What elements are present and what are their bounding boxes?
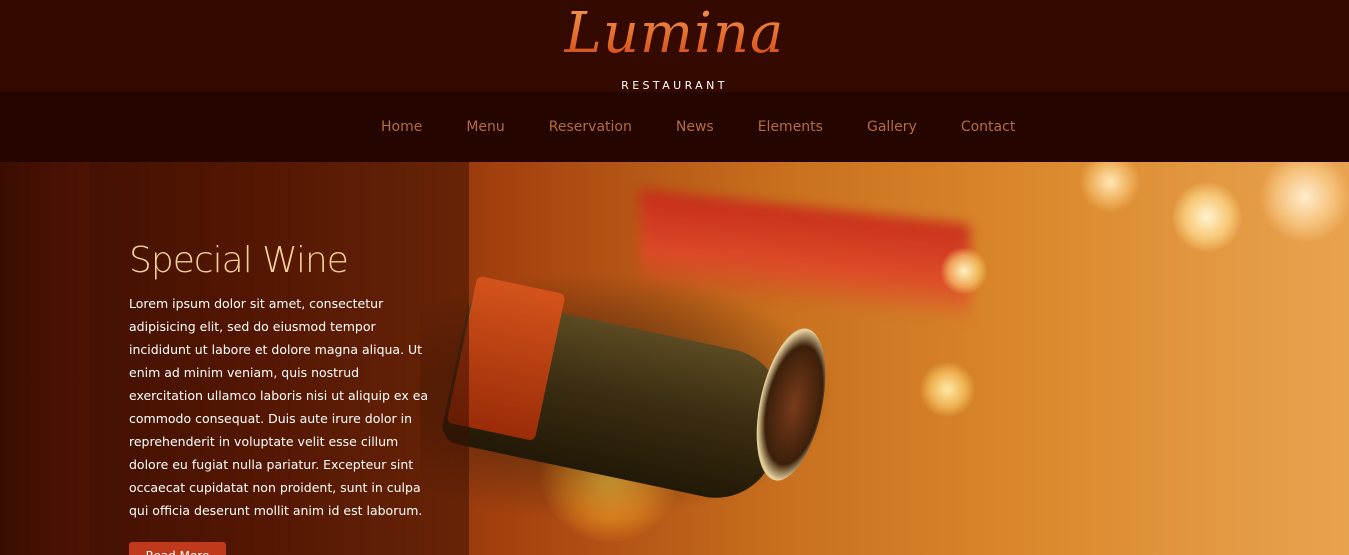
nav-item-contact[interactable]: Contact [939,119,1037,135]
bokeh-light [940,247,988,295]
bokeh-light [920,362,975,417]
bokeh-light [1260,162,1349,242]
nav-item-gallery[interactable]: Gallery [845,119,939,135]
nav-item-news[interactable]: News [654,119,736,135]
site-header: Lumina RESTAURANT [0,0,1349,92]
nav-list: Home Menu Reservation News Elements Gall… [359,92,1037,162]
logo[interactable]: Lumina RESTAURANT [0,0,1349,92]
nav-item-menu[interactable]: Menu [444,119,526,135]
nav-item-reservation[interactable]: Reservation [527,119,654,135]
hero-caption-panel: Special Wine Lorem ipsum dolor sit amet,… [89,162,469,555]
hero-title: Special Wine [129,240,349,281]
page: Lumina RESTAURANT Home Menu Reservation … [0,0,1349,555]
bokeh-light [1172,182,1242,252]
bokeh-light [1080,162,1140,212]
read-more-button[interactable]: Read More [129,542,226,555]
nav-item-home[interactable]: Home [359,119,444,135]
nav-item-elements[interactable]: Elements [736,119,845,135]
logo-subtitle: RESTAURANT [621,79,728,92]
logo-wordmark: Lumina [0,0,1349,72]
main-nav: Home Menu Reservation News Elements Gall… [0,92,1349,162]
hero-body-text: Lorem ipsum dolor sit amet, consectetur … [129,296,429,518]
